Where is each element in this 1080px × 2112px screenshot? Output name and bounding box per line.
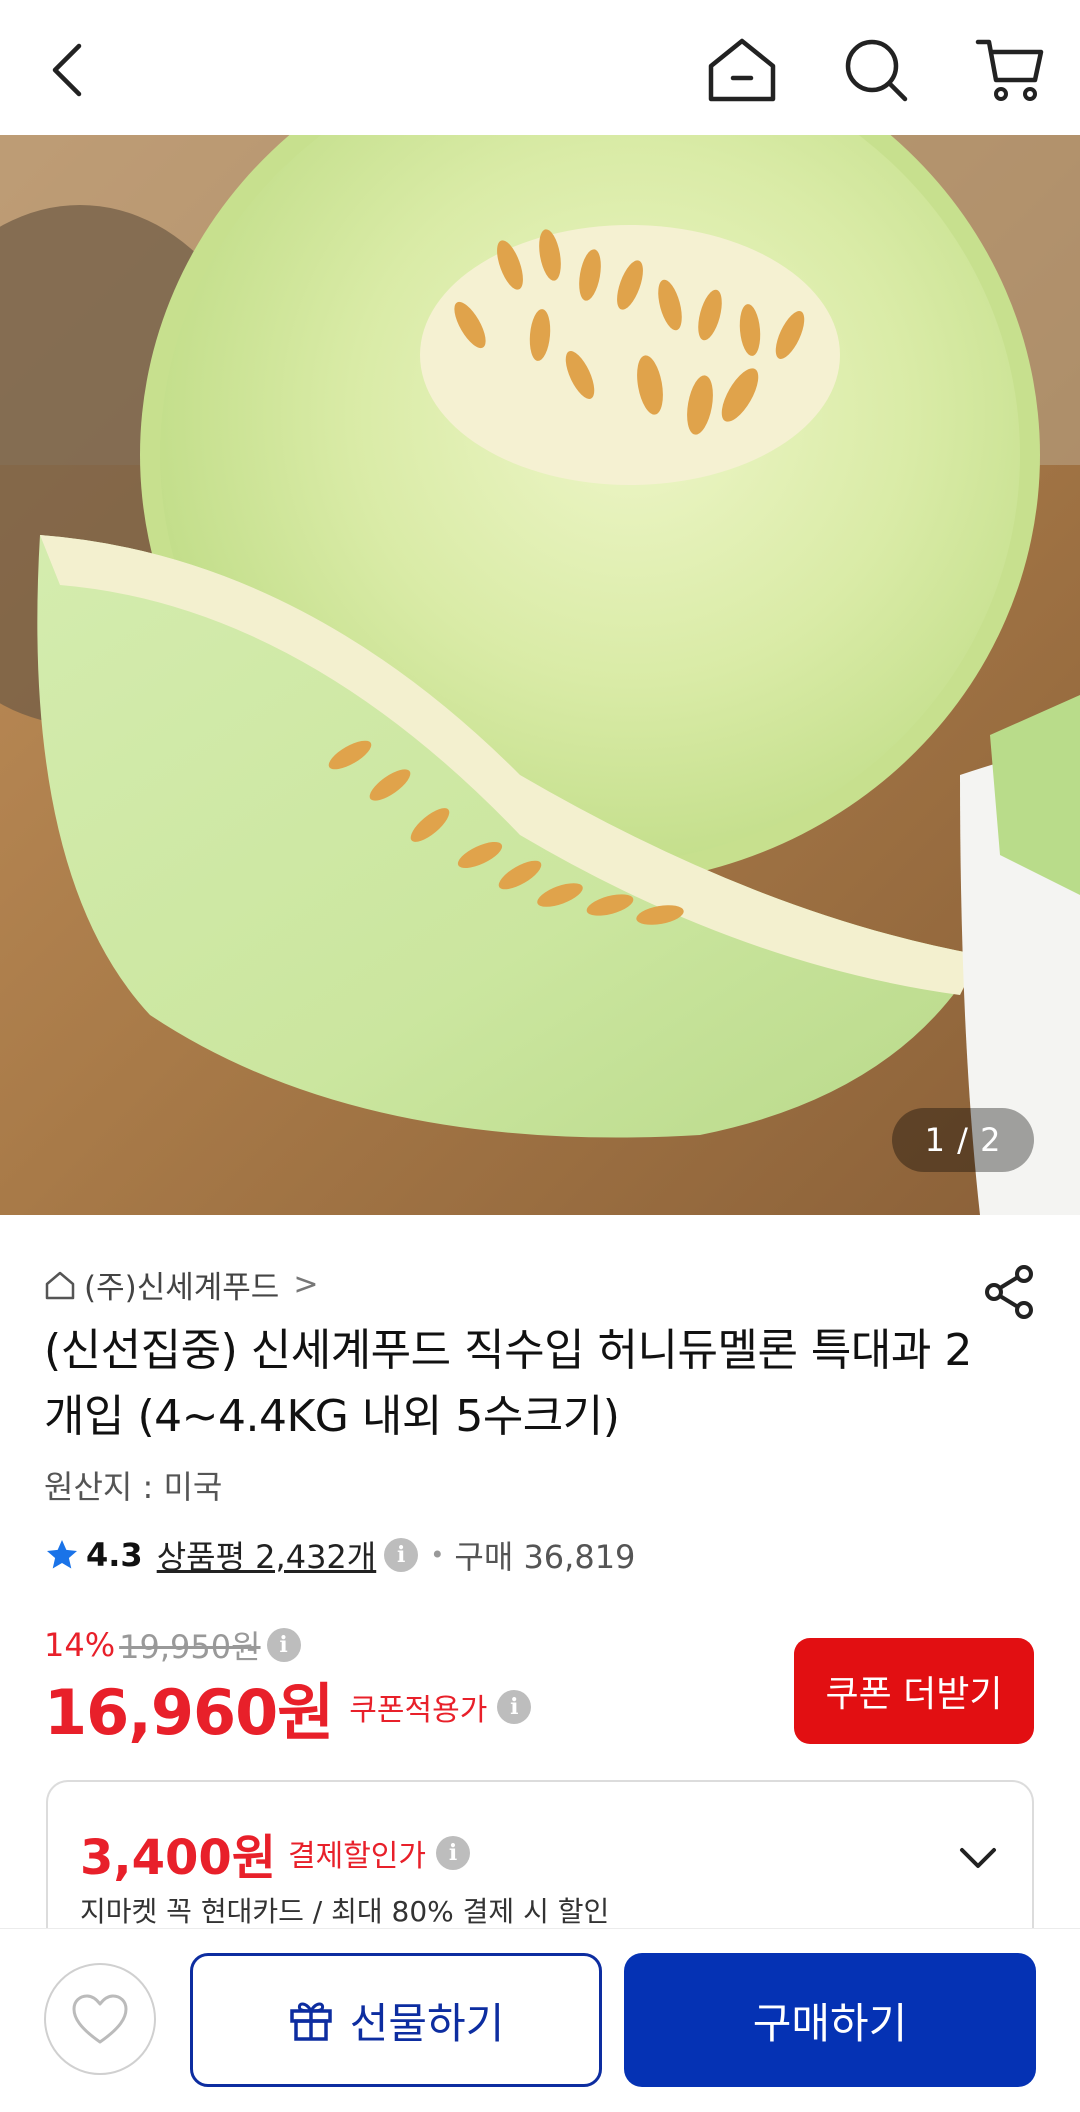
search-icon[interactable] xyxy=(836,30,916,110)
card-discount-price: 3,400원 xyxy=(80,1830,276,1886)
home-icon[interactable] xyxy=(702,30,782,110)
origin-label: 원산지 : 미국 xyxy=(44,1468,223,1506)
cart-icon[interactable] xyxy=(970,30,1050,110)
info-icon[interactable]: i xyxy=(384,1538,419,1572)
heart-icon xyxy=(72,1994,128,2044)
back-arrow-icon[interactable] xyxy=(28,30,108,110)
buy-button[interactable]: 구매하기 xyxy=(624,1953,1036,2087)
discount-percent: 14% xyxy=(44,1626,116,1664)
card-price-row: 3,400원 결제할인가 i xyxy=(80,1818,470,1888)
bottom-action-bar: 선물하기 구매하기 xyxy=(0,1928,1080,2112)
gift-button-label: 선물하기 xyxy=(349,1998,505,2048)
final-price-row: 16,960원 쿠폰적용가 i xyxy=(44,1662,532,1752)
home-small-icon xyxy=(45,1271,75,1299)
share-icon[interactable] xyxy=(980,1262,1040,1322)
reviews-link[interactable]: 상품평 2,432개 xyxy=(157,1532,377,1578)
rating-score: 4.3 xyxy=(86,1536,143,1574)
card-discount-label: 결제할인가 xyxy=(288,1839,426,1874)
chevron-down-icon[interactable] xyxy=(948,1828,1008,1888)
seller-name: (주)신세계푸드 xyxy=(84,1270,280,1306)
separator-dot: • xyxy=(430,1541,445,1569)
product-title: (신선집중) 신세계푸드 직수입 허니듀멜론 특대과 2개입 (4~4.4KG … xyxy=(44,1325,972,1442)
star-icon xyxy=(47,1540,77,1569)
sales-count: 구매 36,819 xyxy=(454,1538,636,1576)
seller-link[interactable]: (주)신세계푸드 > xyxy=(44,1262,318,1307)
gift-icon xyxy=(289,2002,332,2041)
image-counter: 1 / 2 xyxy=(892,1108,1034,1172)
coupon-price-label: 쿠폰적용가 xyxy=(349,1693,488,1728)
more-coupon-button[interactable]: 쿠폰 더받기 xyxy=(794,1638,1034,1744)
top-navigation-bar xyxy=(0,0,1080,135)
product-image[interactable] xyxy=(0,135,1080,1215)
rating-row: 4.3 상품평 2,432개 i • 구매 36,819 xyxy=(44,1532,635,1578)
final-price: 16,960원 xyxy=(44,1676,334,1749)
gift-button[interactable]: 선물하기 xyxy=(190,1953,602,2087)
chevron-right-icon: > xyxy=(293,1267,319,1302)
wishlist-button[interactable] xyxy=(44,1963,156,2075)
card-discount-description: 지마켓 꼭 현대카드 / 최대 80% 결제 시 할인 xyxy=(80,1895,610,1928)
info-icon[interactable]: i xyxy=(497,1690,532,1724)
info-icon[interactable]: i xyxy=(436,1836,470,1870)
info-icon[interactable]: i xyxy=(266,1628,301,1662)
